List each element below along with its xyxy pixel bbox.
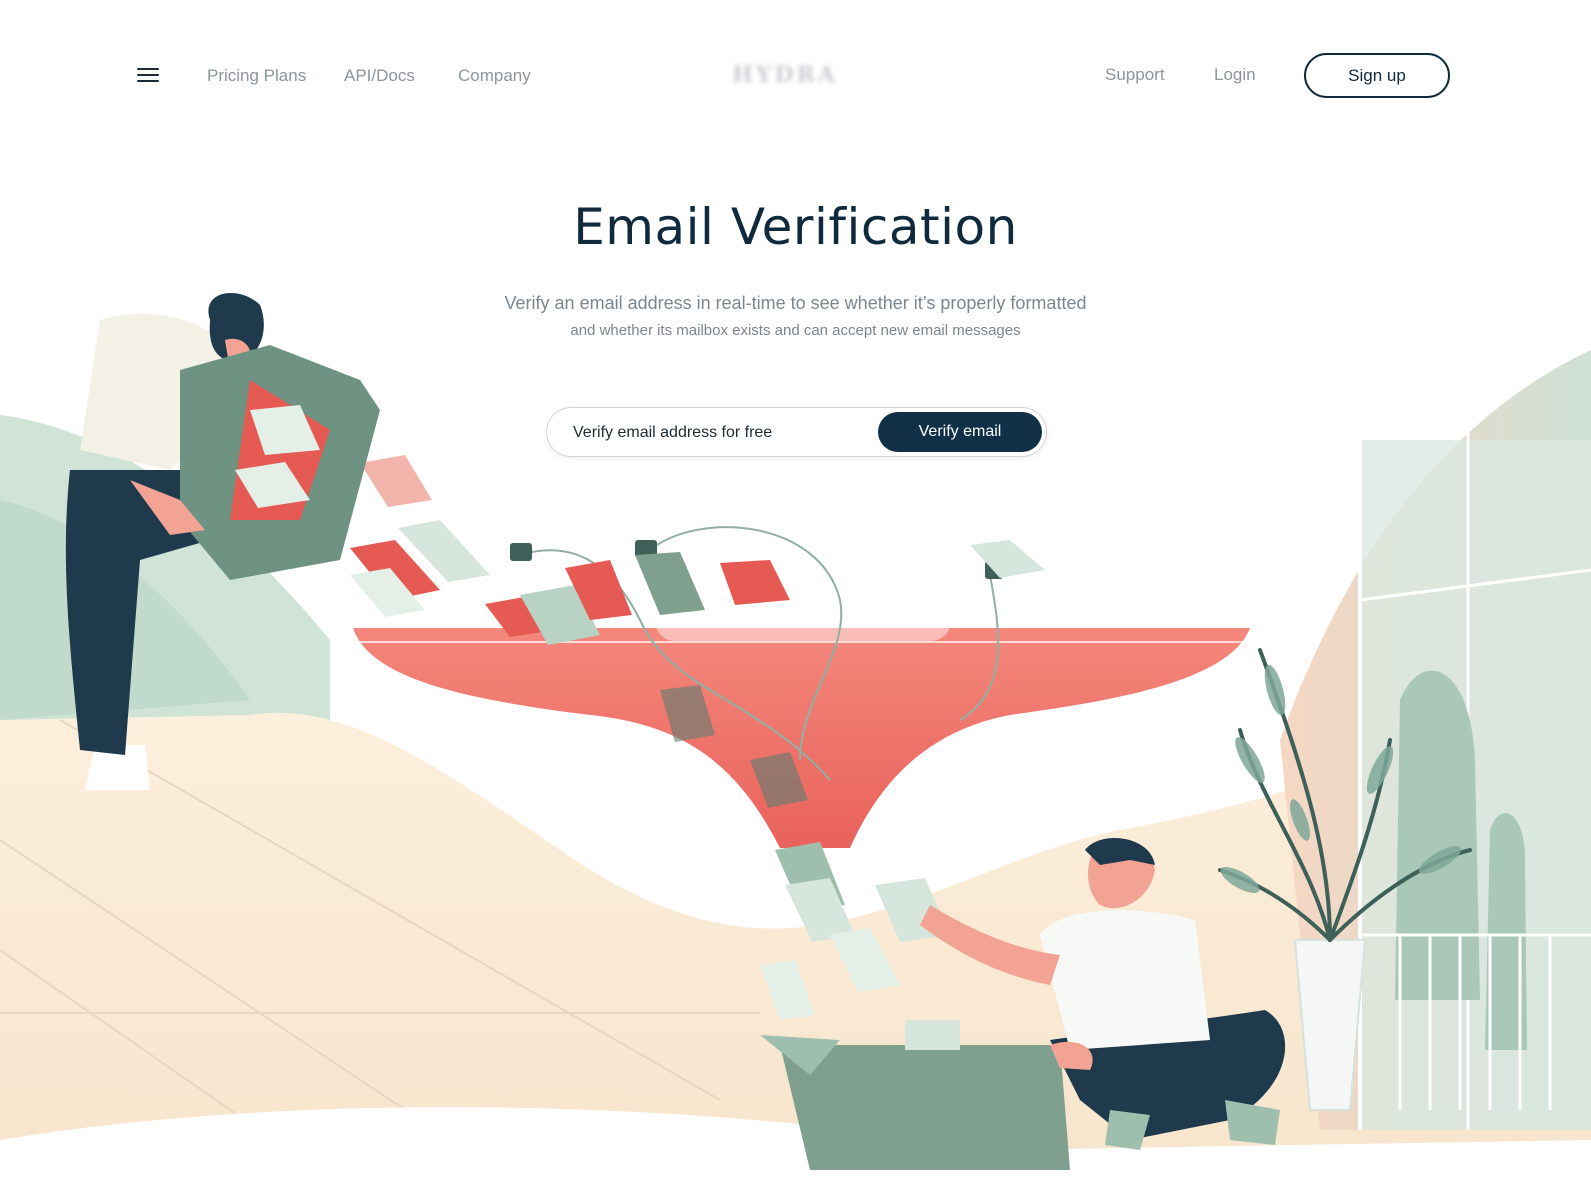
page-title: Email Verification [573,198,1018,256]
nav-link-pricing-plans[interactable]: Pricing Plans [207,65,306,87]
email-verify-form: Verify email [546,407,1047,458]
signup-button[interactable]: Sign up [1304,53,1450,98]
top-navigation: Pricing Plans API/Docs Company HYDRA Sup… [0,0,1591,150]
nav-link-support[interactable]: Support [1105,64,1165,86]
email-input[interactable] [571,408,875,458]
hero-illustration [0,293,1591,1193]
nav-link-login[interactable]: Login [1214,64,1256,86]
brand-logo[interactable]: HYDRA [732,62,838,88]
hero-subtitle-line-2: and whether its mailbox exists and can a… [570,322,1021,339]
hamburger-menu-icon[interactable] [137,68,159,84]
hero-subtitle-line-1: Verify an email address in real-time to … [504,293,1087,313]
nav-link-api-docs[interactable]: API/Docs [344,65,415,87]
nav-link-company[interactable]: Company [458,65,531,87]
verify-email-button[interactable]: Verify email [878,412,1042,452]
